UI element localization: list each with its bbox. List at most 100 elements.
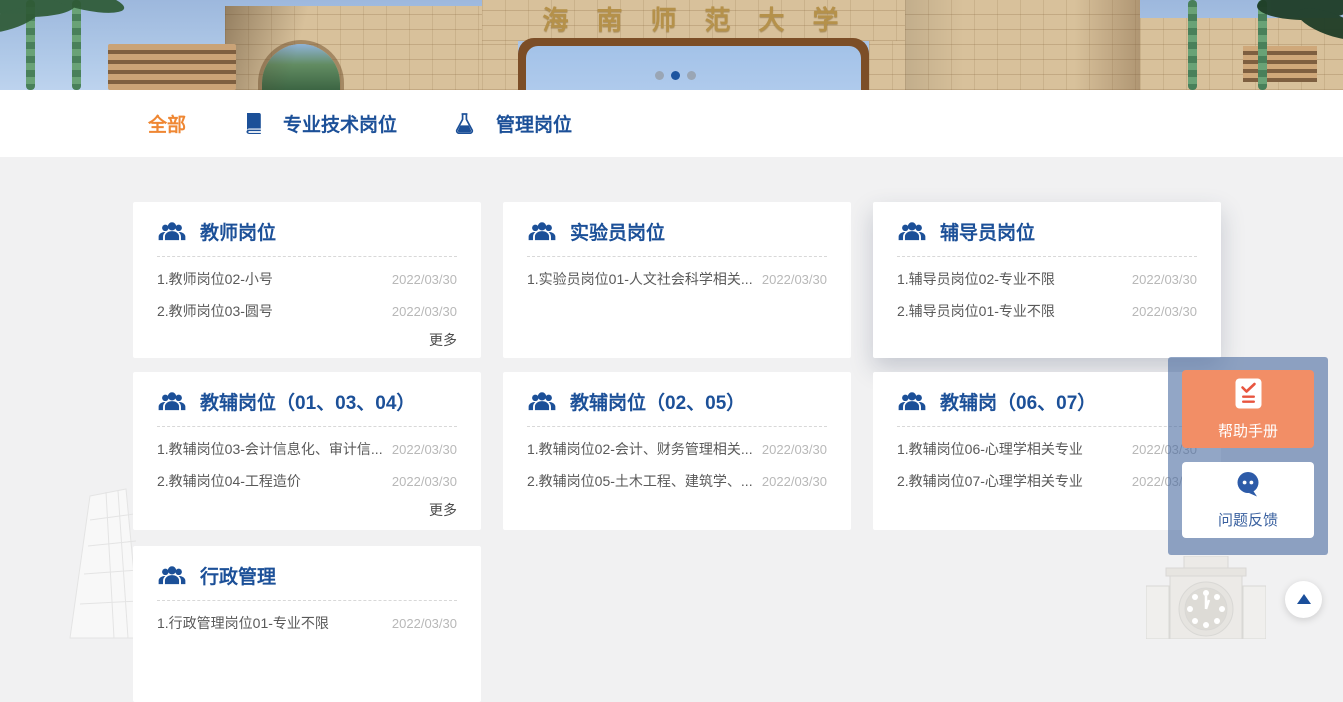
job-title[interactable]: 2.教辅岗位04-工程造价 bbox=[157, 472, 301, 490]
job-date: 2022/03/30 bbox=[762, 271, 827, 289]
feedback-button[interactable]: 问题反馈 bbox=[1182, 462, 1314, 538]
gate-right-pillar bbox=[905, 0, 1140, 90]
job-category-card-counselor[interactable]: 辅导员岗位 1.辅导员岗位02-专业不限 2022/03/30 2.辅导员岗位0… bbox=[873, 202, 1221, 358]
job-date: 2022/03/30 bbox=[392, 473, 457, 491]
job-category-card-support-2[interactable]: 教辅岗位（02、05） 1.教辅岗位02-会计、财务管理相关... 2022/0… bbox=[503, 372, 851, 530]
carousel-dot[interactable] bbox=[687, 71, 696, 80]
more-link[interactable]: 更多 bbox=[157, 500, 457, 520]
dashed-divider bbox=[157, 426, 457, 427]
job-title[interactable]: 2.教辅岗位07-心理学相关专业 bbox=[897, 472, 1083, 490]
job-date: 2022/03/30 bbox=[1132, 271, 1197, 289]
university-name-calligraphy: 海南师范大学 bbox=[482, 4, 905, 38]
card-title: 教辅岗（06、07） bbox=[940, 388, 1096, 415]
hero-carousel-banner[interactable]: 海南师范大学 bbox=[0, 0, 1343, 90]
job-list-item[interactable]: 1.行政管理岗位01-专业不限 2022/03/30 bbox=[157, 614, 457, 633]
palm-fronds bbox=[0, 0, 140, 36]
users-icon bbox=[527, 221, 557, 242]
dashed-divider bbox=[897, 256, 1197, 257]
gate-right-column bbox=[869, 41, 905, 90]
gate-opening-sky bbox=[526, 46, 861, 90]
job-category-card-teachers[interactable]: 教师岗位 1.教师岗位02-小号 2022/03/30 2.教师岗位03-圆号 … bbox=[133, 202, 481, 358]
job-title[interactable]: 1.辅导员岗位02-专业不限 bbox=[897, 270, 1055, 288]
category-tab-bar: 全部 专业技术岗位 管理岗位 bbox=[0, 90, 1343, 157]
job-date: 2022/03/30 bbox=[762, 473, 827, 491]
help-manual-label: 帮助手册 bbox=[1218, 420, 1278, 441]
job-title[interactable]: 1.教师岗位02-小号 bbox=[157, 270, 273, 288]
carousel-dot[interactable] bbox=[655, 71, 664, 80]
job-date: 2022/03/30 bbox=[762, 441, 827, 459]
job-category-card-lab[interactable]: 实验员岗位 1.实验员岗位01-人文社会科学相关... 2022/03/30 bbox=[503, 202, 851, 358]
card-header: 教辅岗位（02、05） bbox=[527, 372, 827, 426]
back-to-top-button[interactable] bbox=[1285, 581, 1322, 618]
job-list-item[interactable]: 1.实验员岗位01-人文社会科学相关... 2022/03/30 bbox=[527, 270, 827, 289]
job-list-item[interactable]: 1.教辅岗位02-会计、财务管理相关... 2022/03/30 bbox=[527, 440, 827, 459]
chat-bubble-icon bbox=[1234, 470, 1262, 502]
job-title[interactable]: 2.辅导员岗位01-专业不限 bbox=[897, 302, 1055, 320]
job-list-item[interactable]: 2.教辅岗位07-心理学相关专业 2022/03/30 bbox=[897, 472, 1197, 491]
dashed-divider bbox=[527, 256, 827, 257]
checklist-icon bbox=[1235, 378, 1262, 413]
card-title: 教辅岗位（01、03、04） bbox=[200, 388, 415, 415]
job-list-item[interactable]: 2.教辅岗位04-工程造价 2022/03/30 bbox=[157, 472, 457, 491]
dashed-divider bbox=[897, 426, 1197, 427]
card-title: 实验员岗位 bbox=[570, 218, 665, 245]
feedback-label: 问题反馈 bbox=[1218, 509, 1278, 530]
job-date: 2022/03/30 bbox=[392, 441, 457, 459]
tab-label: 全部 bbox=[148, 110, 186, 137]
tab-professional-technical[interactable]: 专业技术岗位 bbox=[244, 110, 397, 137]
dashed-divider bbox=[157, 256, 457, 257]
tab-all[interactable]: 全部 bbox=[148, 110, 186, 137]
tab-label: 管理岗位 bbox=[496, 110, 572, 137]
job-title[interactable]: 2.教师岗位03-圆号 bbox=[157, 302, 273, 320]
job-category-card-support-1[interactable]: 教辅岗位（01、03、04） 1.教辅岗位03-会计信息化、审计信... 202… bbox=[133, 372, 481, 530]
more-link[interactable]: 更多 bbox=[157, 330, 457, 350]
card-header: 行政管理 bbox=[157, 546, 457, 600]
flask-icon bbox=[455, 113, 474, 134]
job-list-item[interactable]: 2.教辅岗位05-土木工程、建筑学、... 2022/03/30 bbox=[527, 472, 827, 491]
book-icon bbox=[244, 113, 261, 134]
help-manual-button[interactable]: 帮助手册 bbox=[1182, 370, 1314, 448]
palm-fronds bbox=[1235, 0, 1343, 40]
card-title: 行政管理 bbox=[200, 562, 276, 589]
job-list-item[interactable]: 2.辅导员岗位01-专业不限 2022/03/30 bbox=[897, 302, 1197, 321]
job-title[interactable]: 1.教辅岗位02-会计、财务管理相关... bbox=[527, 440, 752, 458]
job-date: 2022/03/30 bbox=[392, 271, 457, 289]
dashed-divider bbox=[527, 426, 827, 427]
up-arrow-icon bbox=[1297, 591, 1311, 609]
card-header: 教师岗位 bbox=[157, 202, 457, 256]
carousel-dots bbox=[655, 71, 696, 80]
page-content: 海南师范大学 全部 bbox=[0, 0, 1343, 639]
job-category-card-admin[interactable]: 行政管理 1.行政管理岗位01-专业不限 2022/03/30 bbox=[133, 546, 481, 702]
job-title[interactable]: 1.教辅岗位06-心理学相关专业 bbox=[897, 440, 1083, 458]
job-date: 2022/03/30 bbox=[392, 615, 457, 633]
card-header: 教辅岗位（01、03、04） bbox=[157, 372, 457, 426]
job-list-item[interactable]: 1.教辅岗位06-心理学相关专业 2022/03/30 bbox=[897, 440, 1197, 459]
job-title[interactable]: 1.教辅岗位03-会计信息化、审计信... bbox=[157, 440, 382, 458]
job-list-item[interactable]: 1.教师岗位02-小号 2022/03/30 bbox=[157, 270, 457, 289]
gate-left-column bbox=[482, 41, 518, 90]
card-title: 辅导员岗位 bbox=[940, 218, 1035, 245]
users-icon bbox=[157, 391, 187, 412]
job-title[interactable]: 1.行政管理岗位01-专业不限 bbox=[157, 614, 329, 632]
recruitment-portal-page: { "banner": { "university_name": "海南师范大学… bbox=[0, 0, 1343, 639]
floating-help-widget: 帮助手册 问题反馈 bbox=[1168, 357, 1328, 555]
job-list-item[interactable]: 1.辅导员岗位02-专业不限 2022/03/30 bbox=[897, 270, 1197, 289]
carousel-dot-active[interactable] bbox=[671, 71, 680, 80]
gate-right-slats bbox=[1243, 46, 1317, 82]
job-list-item[interactable]: 1.教辅岗位03-会计信息化、审计信... 2022/03/30 bbox=[157, 440, 457, 459]
card-header: 实验员岗位 bbox=[527, 202, 827, 256]
users-icon bbox=[157, 221, 187, 242]
job-title[interactable]: 2.教辅岗位05-土木工程、建筑学、... bbox=[527, 472, 752, 490]
card-header: 辅导员岗位 bbox=[897, 202, 1197, 256]
job-date: 2022/03/30 bbox=[1132, 303, 1197, 321]
gate-left-slabs bbox=[108, 44, 236, 90]
users-icon bbox=[527, 391, 557, 412]
tab-management[interactable]: 管理岗位 bbox=[455, 110, 572, 137]
gate-wall-shadow bbox=[225, 6, 315, 90]
card-title: 教辅岗位（02、05） bbox=[570, 388, 745, 415]
job-title[interactable]: 1.实验员岗位01-人文社会科学相关... bbox=[527, 270, 752, 288]
users-icon bbox=[157, 565, 187, 586]
card-header: 教辅岗（06、07） bbox=[897, 372, 1197, 426]
users-icon bbox=[897, 221, 927, 242]
job-list-item[interactable]: 2.教师岗位03-圆号 2022/03/30 bbox=[157, 302, 457, 321]
